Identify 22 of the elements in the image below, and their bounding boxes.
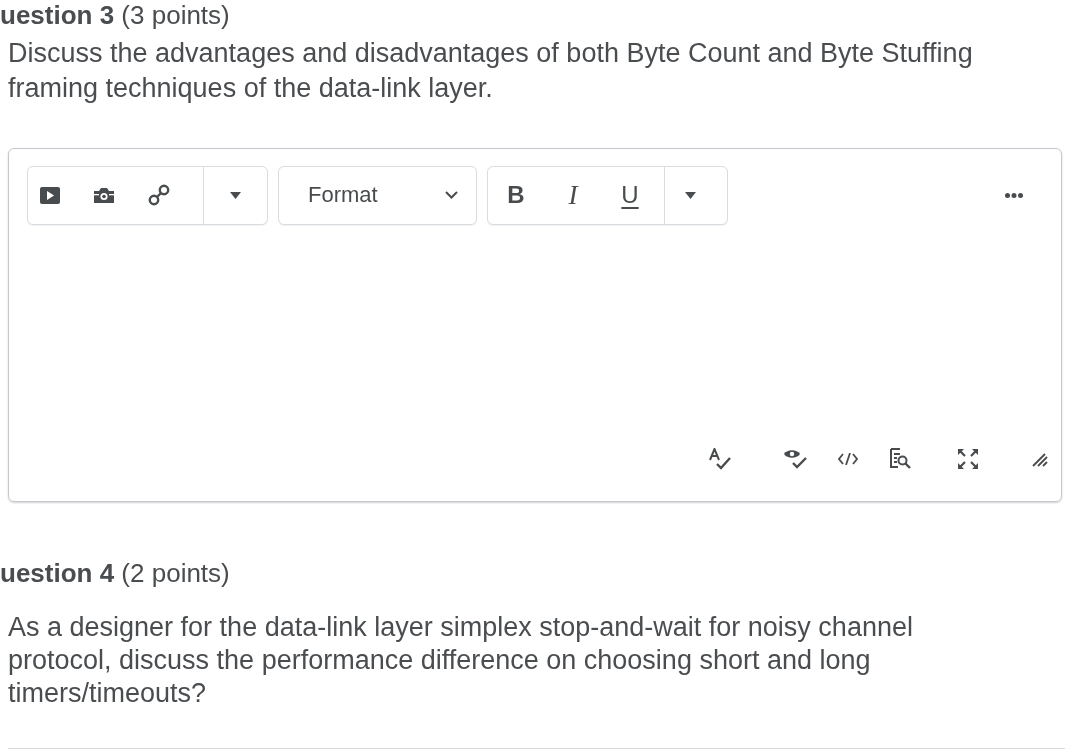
document-search-icon xyxy=(889,448,911,470)
question-heading: uestion 4 (2 points) xyxy=(0,557,230,589)
eye-check-icon xyxy=(783,448,807,470)
camera-icon xyxy=(93,187,116,203)
italic-button[interactable]: I xyxy=(548,166,598,224)
question-heading: uestion 3 (3 points) xyxy=(0,0,230,30)
caret-down-icon xyxy=(684,191,696,199)
format-select[interactable]: Format xyxy=(278,165,477,225)
spellcheck-icon xyxy=(709,448,731,470)
resize-grip-icon xyxy=(1032,451,1048,467)
play-video-icon xyxy=(39,186,60,204)
question-text: As a designer for the data-link layer simplex stop-and-wait for noisy channel protocol, discuss the performance difference on choosing short and long timers/timeouts? xyxy=(8,611,914,710)
chevron-down-icon xyxy=(445,191,458,199)
code-icon xyxy=(838,453,858,465)
more-icon xyxy=(1005,192,1023,198)
answer-editor[interactable]: Format B I U xyxy=(8,148,1062,502)
bold-button[interactable]: B xyxy=(491,166,541,224)
fullscreen-icon xyxy=(957,448,979,470)
caret-down-icon xyxy=(229,191,241,199)
question-text: Discuss the advantages and disadvantages of both Byte Count and Byte Stuffing framing techniques of the data-link layer. xyxy=(8,37,974,105)
underline-button[interactable]: U xyxy=(605,166,655,224)
link-icon xyxy=(147,184,170,206)
